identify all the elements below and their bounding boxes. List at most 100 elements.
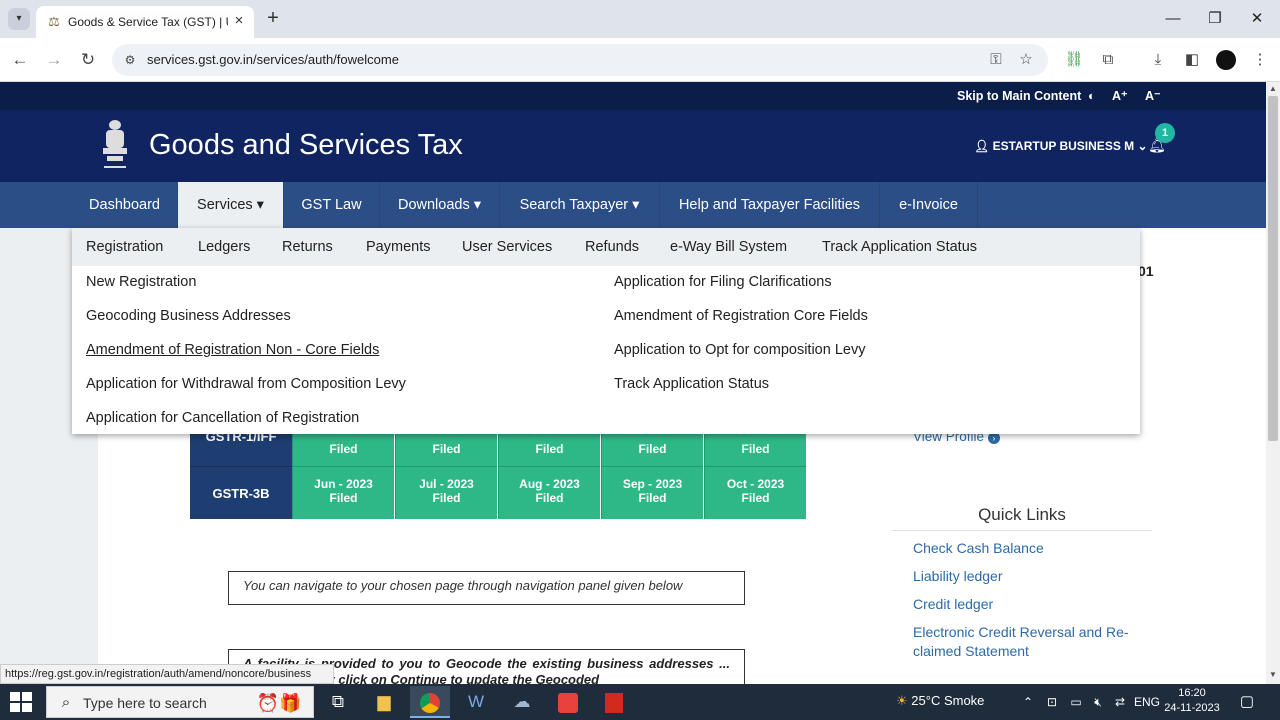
nav-services[interactable]: Services ▾: [178, 182, 284, 228]
taskbar-search[interactable]: ⌕ Type here to search ⏰🎁: [46, 686, 314, 718]
menu-item-amend-non-core[interactable]: Amendment of Registration Non - Core Fie…: [86, 341, 379, 359]
nav-help-taxpayer-facilities[interactable]: Help and Taxpayer Facilities: [660, 182, 880, 228]
notification-center-icon[interactable]: ▢: [1236, 692, 1258, 712]
scroll-down-arrow-icon[interactable]: ▼: [1267, 669, 1279, 681]
tray-volume-muted-icon[interactable]: 🔇︎: [1088, 692, 1108, 712]
profile-avatar[interactable]: [1214, 48, 1238, 72]
menu-item-filing-clarifications[interactable]: Application for Filing Clarifications: [614, 273, 832, 291]
task-view-icon[interactable]: ⧉: [318, 686, 358, 718]
new-tab-button[interactable]: +: [262, 8, 284, 30]
site-info-icon[interactable]: ⚙: [122, 52, 138, 68]
word-app-icon[interactable]: W: [456, 686, 496, 718]
nav-gst-law[interactable]: GST Law: [284, 182, 380, 228]
font-increase-button[interactable]: A⁺: [1112, 88, 1128, 104]
tray-display-icon[interactable]: ▭: [1066, 692, 1086, 712]
services-dropdown-menu: Registration Ledgers Returns Payments Us…: [72, 228, 1140, 434]
tab-search-button[interactable]: ▾: [8, 8, 30, 30]
menu-item-amend-core[interactable]: Amendment of Registration Core Fields: [614, 307, 868, 325]
tray-input-icon[interactable]: ⇄: [1110, 692, 1130, 712]
browser-tab-strip: ▾ ⚖ Goods & Service Tax (GST) | User Das…: [0, 0, 1280, 38]
status-text: Filed: [329, 442, 358, 456]
web-page: Skip to Main Content ◐ A⁺ A⁻ Goods and S…: [0, 82, 1266, 684]
quick-link-credit-ledger[interactable]: Credit ledger: [913, 595, 1153, 614]
back-arrow-icon[interactable]: ←: [8, 48, 32, 72]
status-text: Filed: [535, 442, 564, 456]
reload-icon[interactable]: ↻: [76, 48, 100, 72]
menu-item-track-status[interactable]: Track Application Status: [614, 375, 769, 393]
forward-arrow-icon[interactable]: →: [42, 48, 66, 72]
tab-close-icon[interactable]: ×: [230, 12, 248, 30]
download-icon[interactable]: ⤓: [1146, 48, 1170, 72]
tab-title: Goods & Service Tax (GST) | User Dashboa…: [68, 15, 228, 29]
key-icon[interactable]: ⚿: [986, 50, 1006, 70]
month-text: Jul - 2023: [419, 477, 474, 491]
browser-tab[interactable]: ⚖ Goods & Service Tax (GST) | User Dashb…: [36, 6, 254, 38]
site-title[interactable]: Goods and Services Tax: [149, 128, 599, 162]
status-text: Filed: [329, 491, 358, 505]
category-payments[interactable]: Payments: [366, 228, 430, 266]
notification-count-badge[interactable]: 1: [1155, 123, 1175, 143]
menu-item-cancellation[interactable]: Application for Cancellation of Registra…: [86, 409, 359, 427]
menu-item-new-registration[interactable]: New Registration: [86, 273, 196, 291]
nav-downloads[interactable]: Downloads ▾: [380, 182, 500, 228]
scrollbar-thumb[interactable]: [1268, 96, 1278, 441]
network-app-icon[interactable]: ☁: [502, 686, 542, 718]
status-cell[interactable]: Jun - 2023 Filed: [292, 466, 394, 519]
language-indicator[interactable]: ENG: [1134, 692, 1160, 712]
status-cell[interactable]: Sep - 2023 Filed: [601, 466, 703, 519]
gstin-fragment: 01: [1138, 263, 1154, 279]
category-ledgers[interactable]: Ledgers: [198, 228, 250, 266]
address-bar[interactable]: ⚙ services.gst.gov.in/services/auth/fowe…: [112, 44, 1048, 76]
status-cell[interactable]: Aug - 2023 Filed: [498, 466, 600, 519]
browser-toolbar: ← → ↻ ⚙ services.gst.gov.in/services/aut…: [0, 38, 1280, 82]
side-panel-icon[interactable]: ◧: [1180, 48, 1204, 72]
bookmark-star-icon[interactable]: ☆: [1016, 50, 1036, 70]
category-user-services[interactable]: User Services: [462, 228, 552, 266]
status-text: Filed: [638, 442, 667, 456]
menu-item-geocoding[interactable]: Geocoding Business Addresses: [86, 307, 291, 325]
nav-e-invoice[interactable]: e-Invoice: [880, 182, 978, 228]
category-eway-bill[interactable]: e-Way Bill System: [670, 228, 787, 266]
pdf-app-icon[interactable]: [594, 686, 634, 718]
skip-to-main-link[interactable]: Skip to Main Content: [957, 88, 1081, 104]
nav-search-taxpayer[interactable]: Search Taxpayer ▾: [500, 182, 660, 228]
quick-link-liability-ledger[interactable]: Liability ledger: [913, 567, 1153, 586]
status-cell[interactable]: Oct - 2023 Filed: [704, 466, 806, 519]
category-returns[interactable]: Returns: [282, 228, 333, 266]
category-refunds[interactable]: Refunds: [585, 228, 639, 266]
font-decrease-button[interactable]: A⁻: [1145, 88, 1161, 104]
tray-network-icon[interactable]: ⊡: [1042, 692, 1062, 712]
status-cell[interactable]: Jul - 2023 Filed: [395, 466, 497, 519]
windows-start-icon[interactable]: [10, 692, 32, 712]
nav-dashboard[interactable]: Dashboard: [72, 182, 178, 228]
restore-icon[interactable]: ❐: [1198, 6, 1232, 32]
close-window-icon[interactable]: ✕: [1240, 6, 1274, 32]
anydesk-app-icon[interactable]: [548, 686, 588, 718]
page-scrollbar[interactable]: ▲ ▼: [1266, 82, 1280, 684]
user-menu[interactable]: 👤︎ ESTARTUP BUSINESS M ⌄: [974, 138, 1148, 154]
status-text: Filed: [638, 491, 667, 505]
weather-widget[interactable]: ☀ 25°C Smoke: [896, 690, 1006, 712]
utility-bar: Skip to Main Content ◐ A⁺ A⁻: [0, 82, 1266, 110]
quick-link-credit-reversal-statement[interactable]: Electronic Credit Reversal and Re-claime…: [913, 623, 1145, 661]
menu-item-withdraw-composition[interactable]: Application for Withdrawal from Composit…: [86, 375, 406, 393]
file-explorer-icon[interactable]: ▆: [364, 686, 404, 718]
url-text[interactable]: services.gst.gov.in/services/auth/fowelc…: [147, 52, 647, 68]
extension-link-icon[interactable]: ⛓: [1062, 48, 1086, 72]
scroll-up-arrow-icon[interactable]: ▲: [1267, 84, 1279, 94]
menu-item-opt-composition[interactable]: Application to Opt for composition Levy: [614, 341, 865, 359]
search-icon: ⌕: [61, 694, 71, 711]
taskbar-clock[interactable]: 16:20 24-11-2023: [1160, 686, 1224, 718]
contrast-icon[interactable]: ◐: [1088, 88, 1096, 104]
category-registration[interactable]: Registration: [86, 228, 163, 266]
chrome-app-icon[interactable]: [410, 686, 450, 718]
windows-taskbar: ⌕ Type here to search ⏰🎁 ⧉ ▆ W ☁ ☀ 25°C …: [0, 684, 1280, 720]
menu-kebab-icon[interactable]: ⋮: [1248, 48, 1272, 72]
month-text: Jun - 2023: [314, 477, 373, 491]
tray-chevron-up-icon[interactable]: ⌃: [1020, 692, 1036, 712]
category-track-application[interactable]: Track Application Status: [822, 228, 977, 266]
quick-link-check-cash-balance[interactable]: Check Cash Balance: [913, 539, 1153, 558]
extensions-puzzle-icon[interactable]: ⧉: [1096, 48, 1120, 72]
minimize-icon[interactable]: —: [1156, 6, 1190, 32]
gst-favicon-icon: ⚖: [48, 14, 60, 29]
